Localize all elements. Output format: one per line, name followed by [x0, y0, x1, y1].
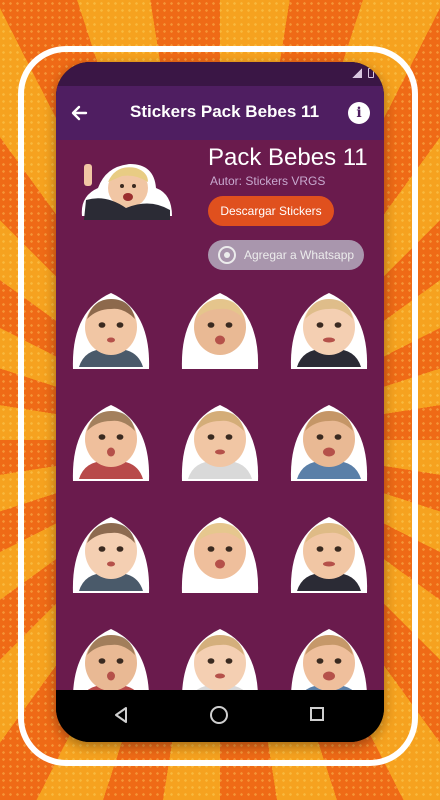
pack-content: Pack Bebes 11 Autor: Stickers VRGS Desca… [56, 140, 384, 705]
info-icon: i [356, 105, 362, 121]
sticker-cell[interactable] [165, 278, 274, 376]
sticker-cell[interactable] [165, 390, 274, 488]
info-button[interactable]: i [348, 102, 370, 124]
triangle-back-icon[interactable] [112, 706, 130, 724]
battery-icon [368, 68, 374, 78]
pack-author: Autor: Stickers VRGS [210, 174, 326, 188]
add-to-whatsapp-label: Agregar a Whatsapp [244, 248, 355, 262]
sticker-cell[interactable] [275, 390, 384, 488]
sticker-cell[interactable] [165, 502, 274, 600]
baby-sticker-8 [181, 517, 259, 593]
whatsapp-icon [218, 246, 236, 264]
back-button[interactable] [66, 99, 94, 127]
arrow-left-icon [71, 105, 88, 121]
square-recent-icon[interactable] [310, 707, 324, 721]
sticker-grid [56, 278, 384, 712]
baby-sticker-2 [181, 293, 259, 369]
app-title: Stickers Pack Bebes 11 [130, 102, 320, 121]
baby-sticker-7 [72, 517, 149, 593]
baby-sticker-3 [291, 293, 368, 369]
sticker-cell[interactable] [275, 278, 384, 376]
navigation-bar [56, 690, 384, 742]
baby-sticker-5 [181, 405, 259, 481]
status-icons [352, 68, 374, 78]
sticker-cell[interactable] [56, 278, 165, 376]
sticker-cell[interactable] [56, 502, 165, 600]
phone-mockup: Stickers Pack Bebes 11 i Pack Bebes 11 A… [56, 62, 384, 742]
signal-icon [352, 68, 362, 78]
download-stickers-button[interactable]: Descargar Stickers [208, 196, 334, 226]
baby-sticker-4 [72, 405, 149, 481]
baby-sticker-6 [291, 405, 368, 481]
pack-tray-sticker [81, 164, 172, 220]
circle-home-icon[interactable] [210, 706, 228, 724]
baby-sticker-9 [291, 517, 368, 593]
sticker-cell[interactable] [56, 390, 165, 488]
app-screen: Stickers Pack Bebes 11 i Pack Bebes 11 A… [56, 62, 384, 742]
status-bar [56, 62, 384, 86]
app-bar: Stickers Pack Bebes 11 i [56, 86, 384, 140]
pack-title: Pack Bebes 11 [208, 144, 368, 171]
baby-sticker-1 [72, 293, 149, 369]
add-to-whatsapp-button[interactable]: Agregar a Whatsapp [208, 240, 364, 270]
sticker-cell[interactable] [275, 502, 384, 600]
